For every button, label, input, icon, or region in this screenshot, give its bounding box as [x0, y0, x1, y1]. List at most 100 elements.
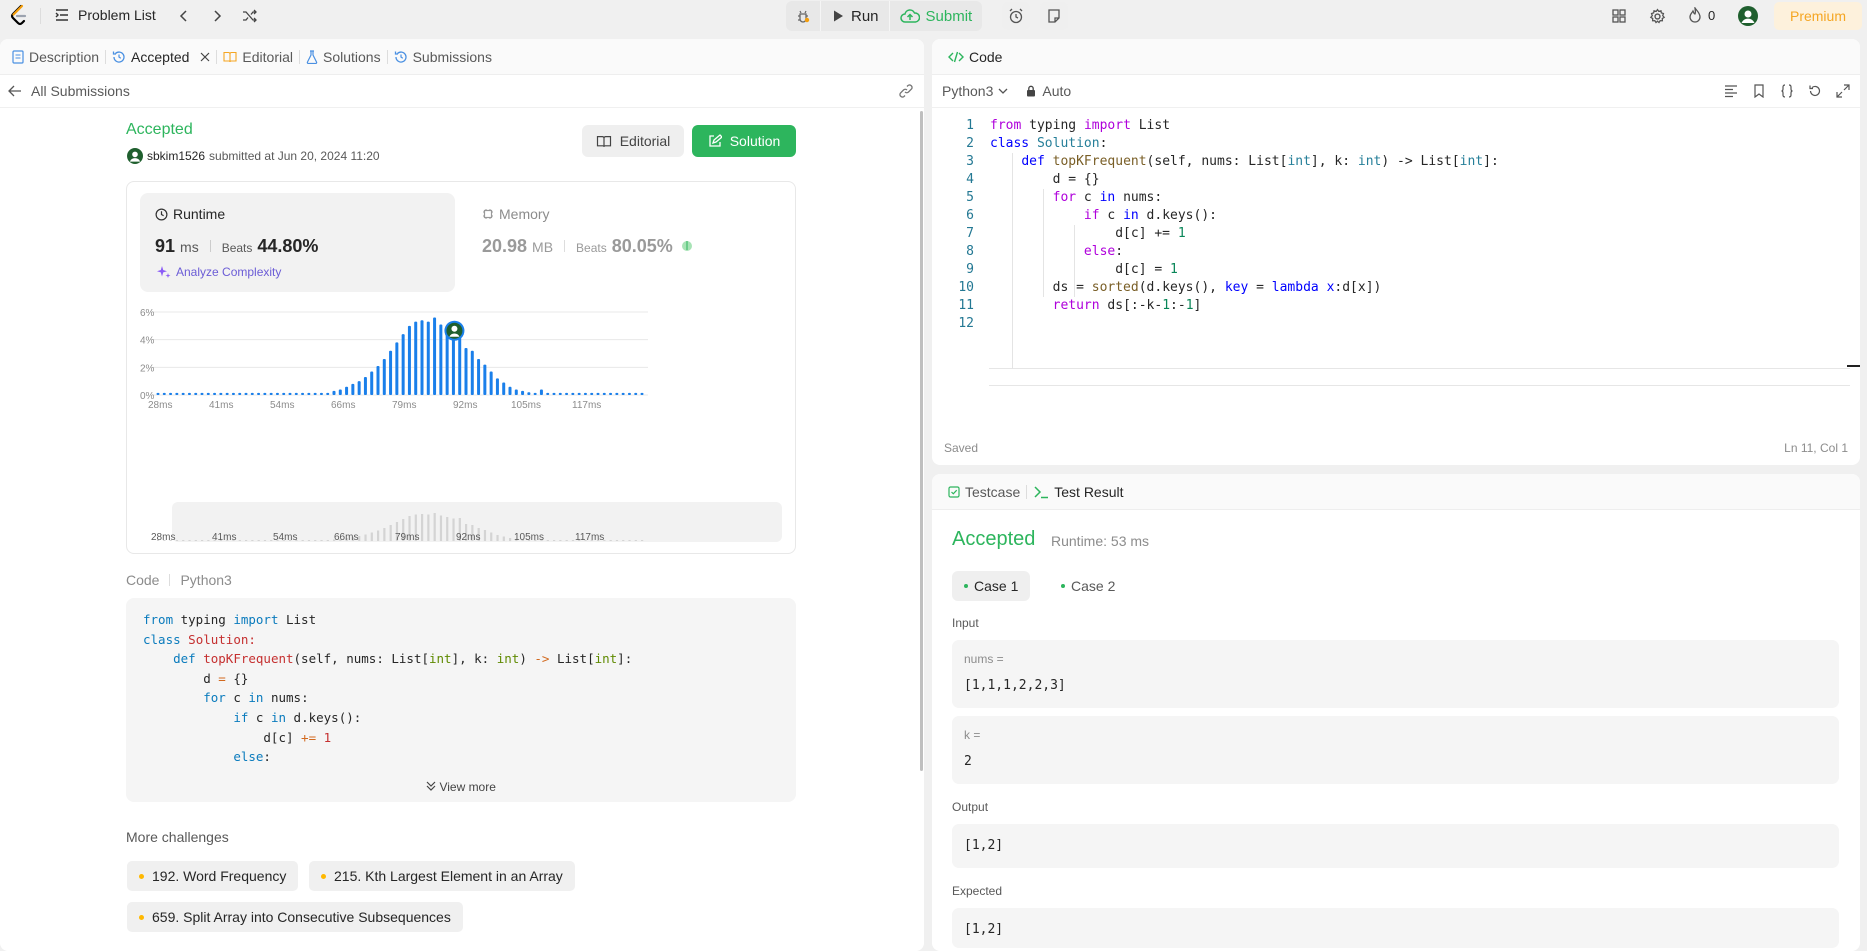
chart-bar[interactable] [319, 392, 323, 395]
chart-bar[interactable] [175, 392, 179, 395]
chart-bar[interactable] [565, 392, 569, 395]
all-submissions-link[interactable]: All Submissions [31, 83, 130, 99]
chart-bar[interactable] [269, 392, 273, 395]
tab-test-result[interactable]: Test Result [1027, 474, 1129, 510]
chart-bar[interactable] [514, 389, 518, 395]
tab-code[interactable]: Code [942, 39, 1008, 75]
tab-submissions[interactable]: Submissions [388, 39, 498, 75]
chart-bar[interactable] [596, 392, 600, 395]
challenge-chip[interactable]: 215. Kth Largest Element in an Array [309, 861, 575, 891]
chart-bar[interactable] [640, 392, 644, 395]
tab-editorial[interactable]: Editorial [217, 39, 299, 75]
scrollbar[interactable] [920, 111, 923, 771]
panel-resize-handle[interactable] [930, 472, 1860, 474]
chart-bar[interactable] [382, 359, 386, 395]
premium-button[interactable]: Premium [1774, 2, 1862, 30]
chart-bar[interactable] [231, 392, 235, 395]
expand-icon[interactable] [1836, 84, 1850, 98]
chart-bar[interactable] [338, 389, 342, 395]
chart-bar[interactable] [181, 392, 185, 395]
chart-bar[interactable] [521, 390, 525, 395]
chart-bar[interactable] [307, 392, 311, 395]
settings-button[interactable] [1643, 2, 1671, 30]
chart-bar[interactable] [275, 392, 279, 395]
debug-button[interactable] [786, 1, 820, 31]
chart-bar[interactable] [169, 392, 173, 395]
username-link[interactable]: sbkim1526 [147, 149, 205, 163]
submit-button[interactable]: Submit [888, 1, 983, 31]
chart-bar[interactable] [376, 365, 380, 395]
chart-bar[interactable] [477, 359, 481, 395]
chart-bar[interactable] [420, 320, 424, 395]
tab-solutions[interactable]: Solutions [300, 39, 387, 75]
case-1-tab[interactable]: Case 1 [952, 571, 1031, 601]
memory-label[interactable]: Memory [482, 206, 550, 222]
chart-bar[interactable] [615, 392, 619, 395]
analyze-complexity-button[interactable]: Analyze Complexity [157, 265, 281, 279]
reset-icon[interactable] [1808, 84, 1822, 98]
notes-button[interactable] [1040, 2, 1068, 30]
chart-bar[interactable] [401, 334, 405, 395]
chart-bar[interactable] [219, 392, 223, 395]
prev-problem-button[interactable] [170, 2, 198, 30]
chart-bar[interactable] [483, 364, 487, 395]
chart-bar[interactable] [363, 377, 367, 395]
next-problem-button[interactable] [203, 2, 231, 30]
chart-bar[interactable] [439, 324, 443, 395]
tab-testcase[interactable]: Testcase [942, 474, 1026, 510]
solution-button[interactable]: Solution [692, 125, 796, 157]
runtime-distribution-chart[interactable]: 6%4%2%0% 28ms 41ms 54ms 66ms 79ms 92ms 105ms 11… [140, 300, 790, 545]
chart-bar[interactable] [250, 392, 254, 395]
chart-bar[interactable] [225, 392, 229, 395]
chart-bar[interactable] [206, 392, 210, 395]
chart-bar[interactable] [351, 383, 355, 395]
chart-bar[interactable] [577, 392, 581, 395]
chart-bar[interactable] [539, 389, 543, 395]
bookmark-icon[interactable] [1752, 84, 1766, 98]
chart-bar[interactable] [257, 392, 261, 395]
problem-list-button[interactable]: Problem List [54, 7, 156, 23]
chart-bar[interactable] [590, 392, 594, 395]
chart-bar[interactable] [244, 392, 248, 395]
chart-bar[interactable] [602, 392, 606, 395]
chart-bar[interactable] [326, 392, 330, 395]
chart-bar[interactable] [558, 392, 562, 395]
chart-bar[interactable] [571, 392, 575, 395]
language-select[interactable]: Python3 [942, 83, 1008, 99]
case-2-tab[interactable]: Case 2 [1049, 571, 1127, 601]
chart-bar[interactable] [389, 350, 393, 395]
chart-bar[interactable] [451, 332, 455, 395]
avatar[interactable] [1734, 2, 1762, 30]
chart-bar[interactable] [332, 390, 336, 395]
chart-bar[interactable] [583, 392, 587, 395]
chart-bar[interactable] [213, 392, 217, 395]
chart-bar[interactable] [508, 386, 512, 395]
chart-bar[interactable] [426, 321, 430, 395]
chart-bar[interactable] [194, 392, 198, 395]
link-icon[interactable] [898, 83, 914, 99]
random-problem-button[interactable] [236, 2, 264, 30]
chart-bar[interactable] [282, 392, 286, 395]
chart-bar[interactable] [621, 392, 625, 395]
code-editor[interactable]: 1 2 3 4 5 6 7 8 9 10 11 12 from typing import List … [932, 109, 1860, 431]
chart-bar[interactable] [634, 392, 638, 395]
chart-bar[interactable] [200, 392, 204, 395]
chart-bar[interactable] [502, 382, 506, 395]
layout-button[interactable] [1605, 2, 1633, 30]
run-button[interactable]: Run [820, 1, 889, 31]
chart-bar[interactable] [370, 371, 374, 395]
chart-bar[interactable] [609, 392, 613, 395]
chart-bar[interactable] [294, 392, 298, 395]
close-icon[interactable] [200, 52, 210, 62]
tab-accepted[interactable]: Accepted [106, 39, 216, 75]
chart-bar[interactable] [263, 392, 267, 395]
chart-bar[interactable] [345, 386, 349, 395]
auto-mode-toggle[interactable]: Auto [1026, 83, 1071, 99]
chart-bar[interactable] [495, 378, 499, 395]
chart-bar[interactable] [288, 392, 292, 395]
chart-bar[interactable] [313, 392, 317, 395]
chart-bar[interactable] [527, 392, 531, 395]
chart-bar[interactable] [533, 392, 537, 395]
format-icon[interactable] [1724, 84, 1738, 98]
tab-description[interactable]: Description [6, 39, 105, 75]
